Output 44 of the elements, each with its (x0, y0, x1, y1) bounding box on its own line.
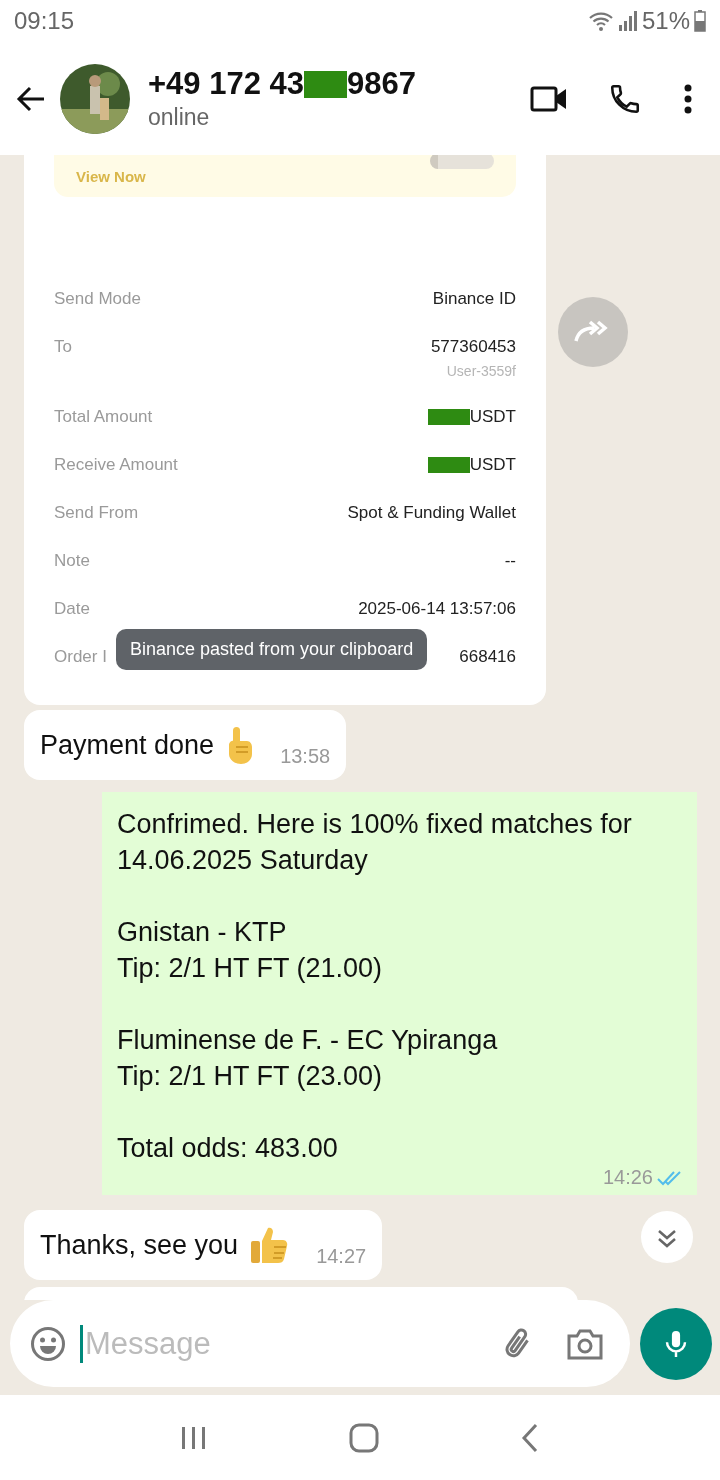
home-icon[interactable] (349, 1422, 379, 1453)
battery-icon (694, 10, 706, 32)
field-value: 577360453 (430, 336, 516, 358)
contact-status: online (148, 104, 211, 131)
emoji-icon[interactable] (30, 1325, 66, 1362)
field-value: 2025-06-14 13:57:06 (358, 598, 516, 620)
field-label: Send From (54, 502, 139, 524)
message-text: Thanks, see you (40, 1229, 239, 1261)
message-text: Confrimed. Here is 100% fixed matches for 14.06.2025 Saturday Gnistan - KTP Tip: 2/1 HT FT (21.00) Fluminense de F. - EC Ypiranga Tip: 2/1 HT FT (23.00) Total odds: 483.00 (117, 808, 633, 1165)
field-label: Send Mode (54, 288, 141, 310)
field-value: 668416 (459, 646, 516, 668)
message-time: 14:27 (316, 1245, 367, 1268)
field-label: To (54, 336, 72, 358)
field-value: Spot & Funding Wallet (347, 502, 516, 524)
message-input[interactable]: Message (80, 1324, 486, 1363)
signal-icon (617, 10, 638, 32)
back-arrow-icon[interactable] (16, 85, 46, 112)
back-icon[interactable] (519, 1422, 540, 1453)
battery-percent: 51% (641, 7, 690, 35)
field-value: USDT (469, 454, 516, 476)
redaction-bar (304, 70, 347, 98)
message-time: 13:58 (280, 745, 331, 768)
message-text: Payment done (40, 729, 215, 761)
view-now-link[interactable]: View Now (76, 167, 146, 185)
field-value: USDT (469, 406, 516, 428)
field-label: Total Amount (54, 406, 153, 428)
field-label: Date (54, 598, 90, 620)
scroll-down-button[interactable] (641, 1211, 693, 1263)
field-label: Note (54, 550, 90, 572)
field-label: Order I (54, 646, 107, 668)
field-value: Binance ID (432, 288, 516, 310)
field-label: Receive Amount (54, 454, 178, 476)
video-call-icon[interactable] (530, 84, 568, 113)
user-id: User-3559f (446, 363, 516, 379)
toggle-shape (430, 155, 494, 169)
message-time: 14:26 (602, 1166, 653, 1189)
message-field[interactable]: Message (10, 1300, 630, 1387)
clock: 09:15 (14, 7, 75, 35)
contact-number: +49 172 43 (148, 66, 304, 102)
clipboard-toast: Binance pasted from your clipboard (116, 629, 428, 670)
wifi-icon (587, 10, 614, 32)
field-value: -- (504, 550, 516, 572)
more-options-icon[interactable] (684, 83, 692, 114)
contact-number: 9867 (347, 66, 416, 102)
